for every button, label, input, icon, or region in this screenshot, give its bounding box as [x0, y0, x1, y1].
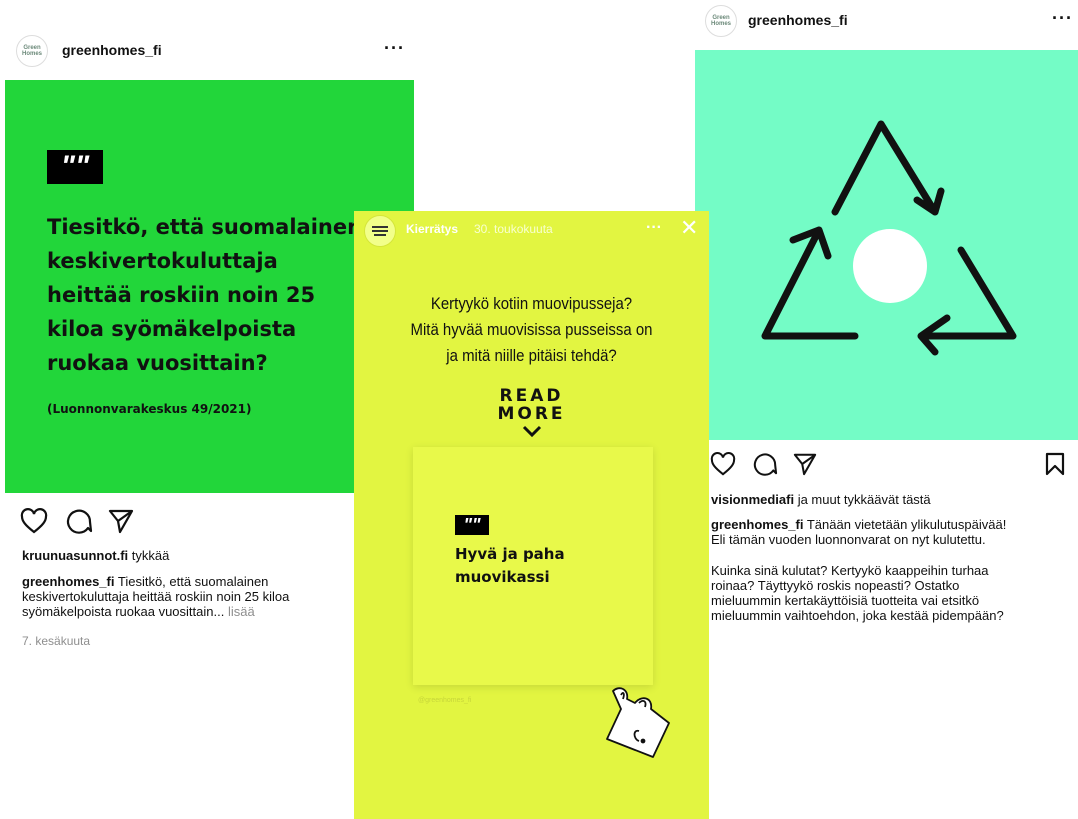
left-post-headline: Tiesitkö, että suomalainen keskivertokul…	[47, 215, 363, 375]
quote-icon: " "	[47, 150, 103, 184]
liker-username[interactable]: visionmediafi	[711, 492, 794, 507]
comment-icon[interactable]	[752, 452, 778, 476]
left-post-caption: greenhomes_fi Tiesitkö, että suomalainen…	[22, 574, 290, 619]
story-more-button[interactable]: ···	[646, 219, 662, 237]
liker-username[interactable]: kruunuasunnot.fi	[22, 548, 128, 563]
plastic-bag-icon	[606, 687, 670, 758]
left-post-avatar[interactable]: Green Homes	[16, 35, 48, 67]
right-post-more-button[interactable]: ···	[1052, 8, 1073, 29]
heart-icon[interactable]	[710, 452, 736, 476]
left-post-date: 7. kesäkuuta	[22, 634, 91, 648]
story-card-title: Hyvä ja paha muovikassi	[455, 545, 565, 586]
chevron-down-icon	[522, 425, 541, 437]
story-question: Kertyykö kotiin muovipusseja? Mitä hyvää…	[410, 294, 653, 365]
story-watermark: @greenhomes_fi	[418, 697, 472, 704]
comment-icon[interactable]	[65, 508, 93, 534]
story-avatar[interactable]	[364, 215, 396, 247]
left-post-image[interactable]: " " Tiesitkö, että suomalainen keskiverto…	[5, 80, 414, 493]
read-more-button[interactable]: READ MORE	[484, 387, 579, 437]
quote-icon: " "	[455, 515, 489, 535]
left-post-likes: kruunuasunnot.fi tykkää	[22, 548, 170, 563]
recycle-center-circle	[853, 229, 927, 303]
right-post-username[interactable]: greenhomes_fi	[748, 12, 848, 28]
story-date: 30. toukokuuta	[474, 222, 553, 236]
close-icon[interactable]: ✕	[680, 215, 698, 241]
story-card[interactable]: " " Hyvä ja paha muovikassi	[413, 447, 653, 685]
bookmark-icon[interactable]	[1044, 452, 1066, 476]
caption-username[interactable]: greenhomes_fi	[22, 574, 114, 589]
more-link[interactable]: lisää	[224, 604, 255, 619]
share-icon[interactable]	[792, 452, 818, 476]
left-post-source: (Luonnonvarakeskus 49/2021)	[47, 402, 252, 416]
right-post-avatar[interactable]: Green Homes	[705, 5, 737, 37]
left-post-more-button[interactable]: ···	[384, 38, 405, 59]
story-panel[interactable]: Kierrätys 30. toukokuuta ··· ✕ Kertyykö …	[354, 211, 709, 819]
story-title[interactable]: Kierrätys	[406, 222, 458, 236]
recycle-arrow-left	[761, 226, 859, 340]
left-post-username[interactable]: greenhomes_fi	[62, 42, 162, 58]
right-post-likes: visionmediafi ja muut tykkäävät tästä	[711, 492, 931, 507]
right-post-image[interactable]	[695, 50, 1078, 440]
share-icon[interactable]	[107, 508, 135, 534]
recycle-icon	[761, 120, 1017, 356]
heart-icon[interactable]	[20, 508, 48, 534]
right-post-caption: greenhomes_fi Tänään vietetään ylikulutu…	[711, 517, 1007, 623]
recycle-arrow-right	[917, 246, 1017, 356]
recycle-arrow-top	[831, 120, 945, 216]
caption-username[interactable]: greenhomes_fi	[711, 517, 803, 532]
